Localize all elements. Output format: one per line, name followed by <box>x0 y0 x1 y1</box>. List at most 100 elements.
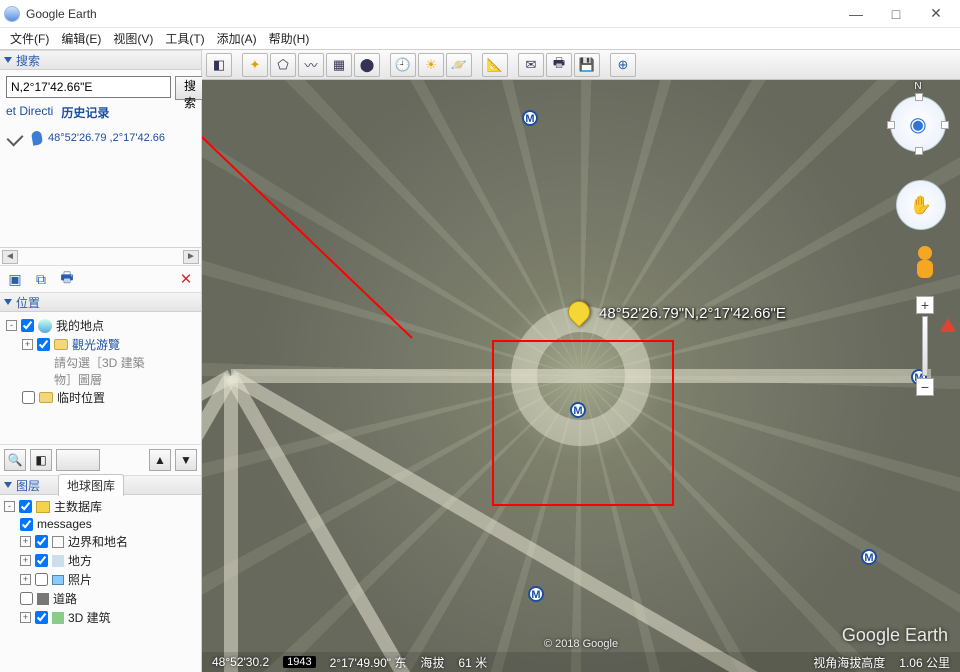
panel-button[interactable]: ◧ <box>30 449 52 471</box>
panel-title: 搜索 <box>16 52 40 69</box>
photos-checkbox[interactable] <box>35 573 48 586</box>
myplaces-label[interactable]: 我的地点 <box>56 317 104 334</box>
status-elev-label: 海拔 <box>420 654 444 671</box>
add-placemark-button[interactable]: ✦ <box>242 53 268 77</box>
gallery-tab[interactable]: 地球图库 <box>58 474 124 496</box>
expand-icon[interactable]: - <box>4 501 15 512</box>
compass-up-icon[interactable] <box>915 93 923 101</box>
zoom-slider[interactable] <box>922 316 928 376</box>
menu-tools[interactable]: 工具(T) <box>159 28 210 49</box>
search-scrollbar[interactable]: ◄► <box>0 247 201 265</box>
status-bar: 48°52'30.2 1943 2°17'49.90" 东 海拔 61 米 视角… <box>202 652 960 672</box>
places-layer-label[interactable]: 地方 <box>68 552 92 569</box>
panel-header-search[interactable]: 搜索 <box>0 50 201 70</box>
metro-icon[interactable]: M <box>528 586 544 602</box>
temp-checkbox[interactable] <box>22 391 35 404</box>
expand-icon[interactable]: + <box>20 555 31 566</box>
earth-icon <box>38 319 52 333</box>
save-search-icon[interactable]: ▣ <box>6 270 24 288</box>
menu-file[interactable]: 文件(F) <box>4 28 55 49</box>
collapse-icon <box>4 299 12 305</box>
north-indicator-icon[interactable] <box>940 318 956 332</box>
history-item-text: 48°52'26.79 ,2°17'42.66 <box>48 132 165 144</box>
expand-icon[interactable]: - <box>6 320 17 331</box>
primarydb-label[interactable]: 主数据库 <box>54 498 102 515</box>
zoom-in-button[interactable]: + <box>916 296 934 314</box>
compass-right-icon[interactable] <box>941 121 949 129</box>
panel-header-layers[interactable]: 图层地球图库 <box>0 475 201 495</box>
buildings-label[interactable]: 3D 建筑 <box>68 609 111 626</box>
myplaces-checkbox[interactable] <box>21 319 34 332</box>
map-viewport[interactable]: ◧ ✦ ⬠ 〰 ▦ ⬤ 🕘 ☀ 🪐 📐 ✉ 🖶 💾 ⊕ <box>202 50 960 672</box>
add-polygon-button[interactable]: ⬠ <box>270 53 296 77</box>
hide-sidebar-button[interactable]: ◧ <box>206 53 232 77</box>
up-button[interactable]: ▲ <box>149 449 171 471</box>
expand-icon[interactable]: + <box>20 612 31 623</box>
down-button[interactable]: ▼ <box>175 449 197 471</box>
sightseeing-checkbox[interactable] <box>37 338 50 351</box>
roads-label[interactable]: 道路 <box>53 590 77 607</box>
status-eye-label: 视角海拔高度 <box>813 654 885 671</box>
sightseeing-label[interactable]: 觀光游覽 <box>72 336 120 353</box>
add-image-button[interactable]: ▦ <box>326 53 352 77</box>
print-search-icon[interactable]: 🖶 <box>58 270 76 288</box>
placemark-label[interactable]: 48°52'26.79"N,2°17'42.66"E <box>599 305 786 322</box>
pan-control[interactable]: ✋ <box>896 180 946 230</box>
search-button[interactable]: 搜索 <box>175 76 205 100</box>
menu-edit[interactable]: 编辑(E) <box>55 28 107 49</box>
menu-help[interactable]: 帮助(H) <box>263 28 316 49</box>
zoom-out-button[interactable]: − <box>916 378 934 396</box>
history-button[interactable]: 🕘 <box>390 53 416 77</box>
find-button[interactable]: 🔍 <box>4 449 26 471</box>
status-coords: 48°52'30.2 <box>212 655 269 669</box>
print-button[interactable]: 🖶 <box>546 53 572 77</box>
expand-icon[interactable]: + <box>22 339 33 350</box>
view-in-maps-button[interactable]: ⊕ <box>610 53 636 77</box>
expand-icon[interactable]: + <box>20 574 31 585</box>
messages-label[interactable]: messages <box>37 517 92 531</box>
add-path-button[interactable]: 〰 <box>298 53 324 77</box>
buildings-checkbox[interactable] <box>35 611 48 624</box>
maximize-button[interactable]: □ <box>876 3 916 25</box>
panel-header-places[interactable]: 位置 <box>0 292 201 312</box>
history-item[interactable]: 48°52'26.79 ,2°17'42.66 <box>0 125 201 151</box>
record-tour-button[interactable]: ⬤ <box>354 53 380 77</box>
places-layer-checkbox[interactable] <box>35 554 48 567</box>
history-tab[interactable]: 历史记录 <box>61 104 109 121</box>
email-button[interactable]: ✉ <box>518 53 544 77</box>
menu-add[interactable]: 添加(A) <box>211 28 263 49</box>
save-image-button[interactable]: 💾 <box>574 53 600 77</box>
scroll-right-icon[interactable]: ► <box>183 250 199 264</box>
annotation-box <box>492 340 674 506</box>
compass-left-icon[interactable] <box>887 121 895 129</box>
temp-places-label[interactable]: 临时位置 <box>57 389 105 406</box>
layers-tree: - 主数据库 messages + 边界和地名 + 地方 + 照片 道路 +3D 建筑 <box>0 495 201 672</box>
minimize-button[interactable]: — <box>836 3 876 25</box>
metro-icon[interactable]: M <box>570 402 586 418</box>
clear-search-icon[interactable]: ✕ <box>177 270 195 288</box>
metro-icon[interactable]: M <box>522 110 538 126</box>
slider-button[interactable] <box>56 449 100 471</box>
ruler-button[interactable]: 📐 <box>482 53 508 77</box>
sunlight-button[interactable]: ☀ <box>418 53 444 77</box>
metro-icon[interactable]: M <box>861 549 877 565</box>
get-directions-link[interactable]: et Directi <box>6 104 53 121</box>
compass-down-icon[interactable] <box>915 147 923 155</box>
expand-icon[interactable]: + <box>20 536 31 547</box>
primarydb-checkbox[interactable] <box>19 500 32 513</box>
borders-checkbox[interactable] <box>35 535 48 548</box>
planet-button[interactable]: 🪐 <box>446 53 472 77</box>
borders-label[interactable]: 边界和地名 <box>68 533 128 550</box>
messages-checkbox[interactable] <box>20 518 33 531</box>
scroll-left-icon[interactable]: ◄ <box>2 250 18 264</box>
search-tools: ▣ ⧉ 🖶 ✕ <box>0 265 201 292</box>
close-button[interactable]: ✕ <box>916 3 956 25</box>
pegman-icon[interactable] <box>914 246 936 278</box>
menu-view[interactable]: 视图(V) <box>107 28 159 49</box>
look-compass[interactable]: ◉ <box>890 96 946 152</box>
placemark-pin-icon[interactable] <box>568 301 594 339</box>
search-input[interactable] <box>6 76 171 98</box>
copy-search-icon[interactable]: ⧉ <box>32 270 50 288</box>
photos-label[interactable]: 照片 <box>68 571 92 588</box>
roads-checkbox[interactable] <box>20 592 33 605</box>
